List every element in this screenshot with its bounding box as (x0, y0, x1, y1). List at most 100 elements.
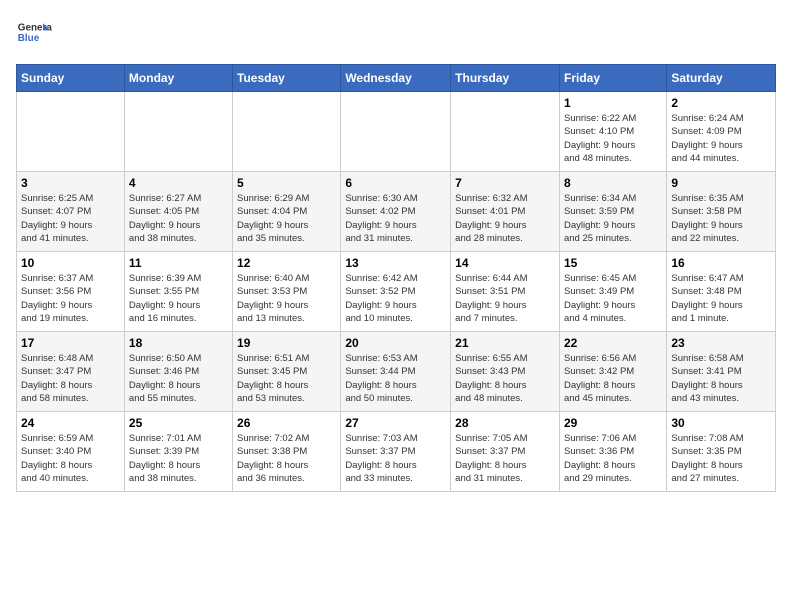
svg-text:Blue: Blue (18, 33, 40, 44)
calendar-header: SundayMondayTuesdayWednesdayThursdayFrid… (17, 65, 776, 92)
calendar-week-row: 24Sunrise: 6:59 AM Sunset: 3:40 PM Dayli… (17, 412, 776, 492)
day-number: 27 (345, 416, 446, 430)
calendar-cell: 23Sunrise: 6:58 AM Sunset: 3:41 PM Dayli… (667, 332, 776, 412)
day-number: 30 (671, 416, 771, 430)
day-detail: Sunrise: 6:22 AM Sunset: 4:10 PM Dayligh… (564, 112, 662, 165)
day-detail: Sunrise: 6:25 AM Sunset: 4:07 PM Dayligh… (21, 192, 120, 245)
calendar-table: SundayMondayTuesdayWednesdayThursdayFrid… (16, 64, 776, 492)
day-detail: Sunrise: 6:44 AM Sunset: 3:51 PM Dayligh… (455, 272, 555, 325)
calendar-cell: 4Sunrise: 6:27 AM Sunset: 4:05 PM Daylig… (124, 172, 232, 252)
day-detail: Sunrise: 6:56 AM Sunset: 3:42 PM Dayligh… (564, 352, 662, 405)
day-detail: Sunrise: 6:34 AM Sunset: 3:59 PM Dayligh… (564, 192, 662, 245)
calendar-cell: 11 Sunrise: 6:39 AM Sunset: 3:55 PM Dayli… (124, 252, 232, 332)
calendar-cell: 28 Sunrise: 7:05 AM Sunset: 3:37 PM Dayli… (451, 412, 560, 492)
calendar-cell: 22 Sunrise: 6:56 AM Sunset: 3:42 PM Dayli… (559, 332, 666, 412)
day-number: 9 (671, 176, 771, 190)
calendar-cell: 27 Sunrise: 7:03 AM Sunset: 3:37 PM Dayli… (341, 412, 451, 492)
day-detail: Sunrise: 7:05 AM Sunset: 3:37 PM Dayligh… (455, 432, 555, 485)
calendar-cell: 25 Sunrise: 7:01 AM Sunset: 3:39 PM Dayli… (124, 412, 232, 492)
day-detail: Sunrise: 7:06 AM Sunset: 3:36 PM Dayligh… (564, 432, 662, 485)
weekday-header: Thursday (451, 65, 560, 92)
day-number: 22 (564, 336, 662, 350)
calendar-cell: 12 Sunrise: 6:40 AM Sunset: 3:53 PM Dayli… (233, 252, 341, 332)
day-number: 24 (21, 416, 120, 430)
calendar-week-row: 10 Sunrise: 6:37 AM Sunset: 3:56 PM Dayli… (17, 252, 776, 332)
day-number: 17 (21, 336, 120, 350)
day-number: 8 (564, 176, 662, 190)
day-detail: Sunrise: 6:53 AM Sunset: 3:44 PM Dayligh… (345, 352, 446, 405)
weekday-header: Sunday (17, 65, 125, 92)
calendar-cell: 29 Sunrise: 7:06 AM Sunset: 3:36 PM Dayli… (559, 412, 666, 492)
day-number: 7 (455, 176, 555, 190)
calendar-cell (17, 92, 125, 172)
day-detail: Sunrise: 6:24 AM Sunset: 4:09 PM Dayligh… (671, 112, 771, 165)
day-number: 6 (345, 176, 446, 190)
calendar-cell: 6Sunrise: 6:30 AM Sunset: 4:02 PM Daylig… (341, 172, 451, 252)
calendar-cell: 19 Sunrise: 6:51 AM Sunset: 3:45 PM Dayli… (233, 332, 341, 412)
day-detail: Sunrise: 6:47 AM Sunset: 3:48 PM Dayligh… (671, 272, 771, 325)
day-detail: Sunrise: 7:03 AM Sunset: 3:37 PM Dayligh… (345, 432, 446, 485)
day-detail: Sunrise: 6:50 AM Sunset: 3:46 PM Dayligh… (129, 352, 228, 405)
day-detail: Sunrise: 7:01 AM Sunset: 3:39 PM Dayligh… (129, 432, 228, 485)
day-number: 13 (345, 256, 446, 270)
weekday-header: Wednesday (341, 65, 451, 92)
day-detail: Sunrise: 6:37 AM Sunset: 3:56 PM Dayligh… (21, 272, 120, 325)
day-number: 26 (237, 416, 336, 430)
day-detail: Sunrise: 6:35 AM Sunset: 3:58 PM Dayligh… (671, 192, 771, 245)
calendar-cell: 18 Sunrise: 6:50 AM Sunset: 3:46 PM Dayli… (124, 332, 232, 412)
weekday-header: Saturday (667, 65, 776, 92)
calendar-cell: 26 Sunrise: 7:02 AM Sunset: 3:38 PM Dayli… (233, 412, 341, 492)
day-number: 3 (21, 176, 120, 190)
day-number: 5 (237, 176, 336, 190)
calendar-cell: 20 Sunrise: 6:53 AM Sunset: 3:44 PM Dayli… (341, 332, 451, 412)
calendar-week-row: 1 Sunrise: 6:22 AM Sunset: 4:10 PM Daylig… (17, 92, 776, 172)
logo-icon: General Blue (16, 16, 52, 52)
logo: General Blue (16, 16, 52, 52)
calendar-cell: 9 Sunrise: 6:35 AM Sunset: 3:58 PM Daylig… (667, 172, 776, 252)
calendar-cell: 10 Sunrise: 6:37 AM Sunset: 3:56 PM Dayli… (17, 252, 125, 332)
day-detail: Sunrise: 6:51 AM Sunset: 3:45 PM Dayligh… (237, 352, 336, 405)
calendar-cell: 30 Sunrise: 7:08 AM Sunset: 3:35 PM Dayli… (667, 412, 776, 492)
day-detail: Sunrise: 7:02 AM Sunset: 3:38 PM Dayligh… (237, 432, 336, 485)
day-detail: Sunrise: 6:42 AM Sunset: 3:52 PM Dayligh… (345, 272, 446, 325)
calendar-cell (451, 92, 560, 172)
calendar-cell: 15Sunrise: 6:45 AM Sunset: 3:49 PM Dayli… (559, 252, 666, 332)
day-detail: Sunrise: 6:48 AM Sunset: 3:47 PM Dayligh… (21, 352, 120, 405)
calendar-cell: 2 Sunrise: 6:24 AM Sunset: 4:09 PM Daylig… (667, 92, 776, 172)
calendar-cell: 14Sunrise: 6:44 AM Sunset: 3:51 PM Dayli… (451, 252, 560, 332)
calendar-cell: 7Sunrise: 6:32 AM Sunset: 4:01 PM Daylig… (451, 172, 560, 252)
page-header: General Blue (16, 16, 776, 52)
day-detail: Sunrise: 6:39 AM Sunset: 3:55 PM Dayligh… (129, 272, 228, 325)
calendar-cell: 8 Sunrise: 6:34 AM Sunset: 3:59 PM Daylig… (559, 172, 666, 252)
day-number: 29 (564, 416, 662, 430)
calendar-cell: 24Sunrise: 6:59 AM Sunset: 3:40 PM Dayli… (17, 412, 125, 492)
day-number: 11 (129, 256, 228, 270)
calendar-cell: 1 Sunrise: 6:22 AM Sunset: 4:10 PM Daylig… (559, 92, 666, 172)
calendar-week-row: 17 Sunrise: 6:48 AM Sunset: 3:47 PM Dayli… (17, 332, 776, 412)
calendar-cell: 16Sunrise: 6:47 AM Sunset: 3:48 PM Dayli… (667, 252, 776, 332)
calendar-cell: 17 Sunrise: 6:48 AM Sunset: 3:47 PM Dayli… (17, 332, 125, 412)
day-number: 18 (129, 336, 228, 350)
day-number: 23 (671, 336, 771, 350)
day-number: 20 (345, 336, 446, 350)
calendar-cell: 21Sunrise: 6:55 AM Sunset: 3:43 PM Dayli… (451, 332, 560, 412)
day-detail: Sunrise: 6:40 AM Sunset: 3:53 PM Dayligh… (237, 272, 336, 325)
calendar-cell: 5 Sunrise: 6:29 AM Sunset: 4:04 PM Daylig… (233, 172, 341, 252)
calendar-week-row: 3 Sunrise: 6:25 AM Sunset: 4:07 PM Daylig… (17, 172, 776, 252)
day-number: 12 (237, 256, 336, 270)
day-detail: Sunrise: 6:55 AM Sunset: 3:43 PM Dayligh… (455, 352, 555, 405)
day-number: 15 (564, 256, 662, 270)
day-number: 4 (129, 176, 228, 190)
weekday-header: Monday (124, 65, 232, 92)
day-number: 28 (455, 416, 555, 430)
day-detail: Sunrise: 7:08 AM Sunset: 3:35 PM Dayligh… (671, 432, 771, 485)
day-number: 1 (564, 96, 662, 110)
day-detail: Sunrise: 6:29 AM Sunset: 4:04 PM Dayligh… (237, 192, 336, 245)
calendar-cell: 3 Sunrise: 6:25 AM Sunset: 4:07 PM Daylig… (17, 172, 125, 252)
day-number: 2 (671, 96, 771, 110)
day-number: 19 (237, 336, 336, 350)
day-number: 25 (129, 416, 228, 430)
weekday-header: Tuesday (233, 65, 341, 92)
day-number: 10 (21, 256, 120, 270)
calendar-cell (124, 92, 232, 172)
